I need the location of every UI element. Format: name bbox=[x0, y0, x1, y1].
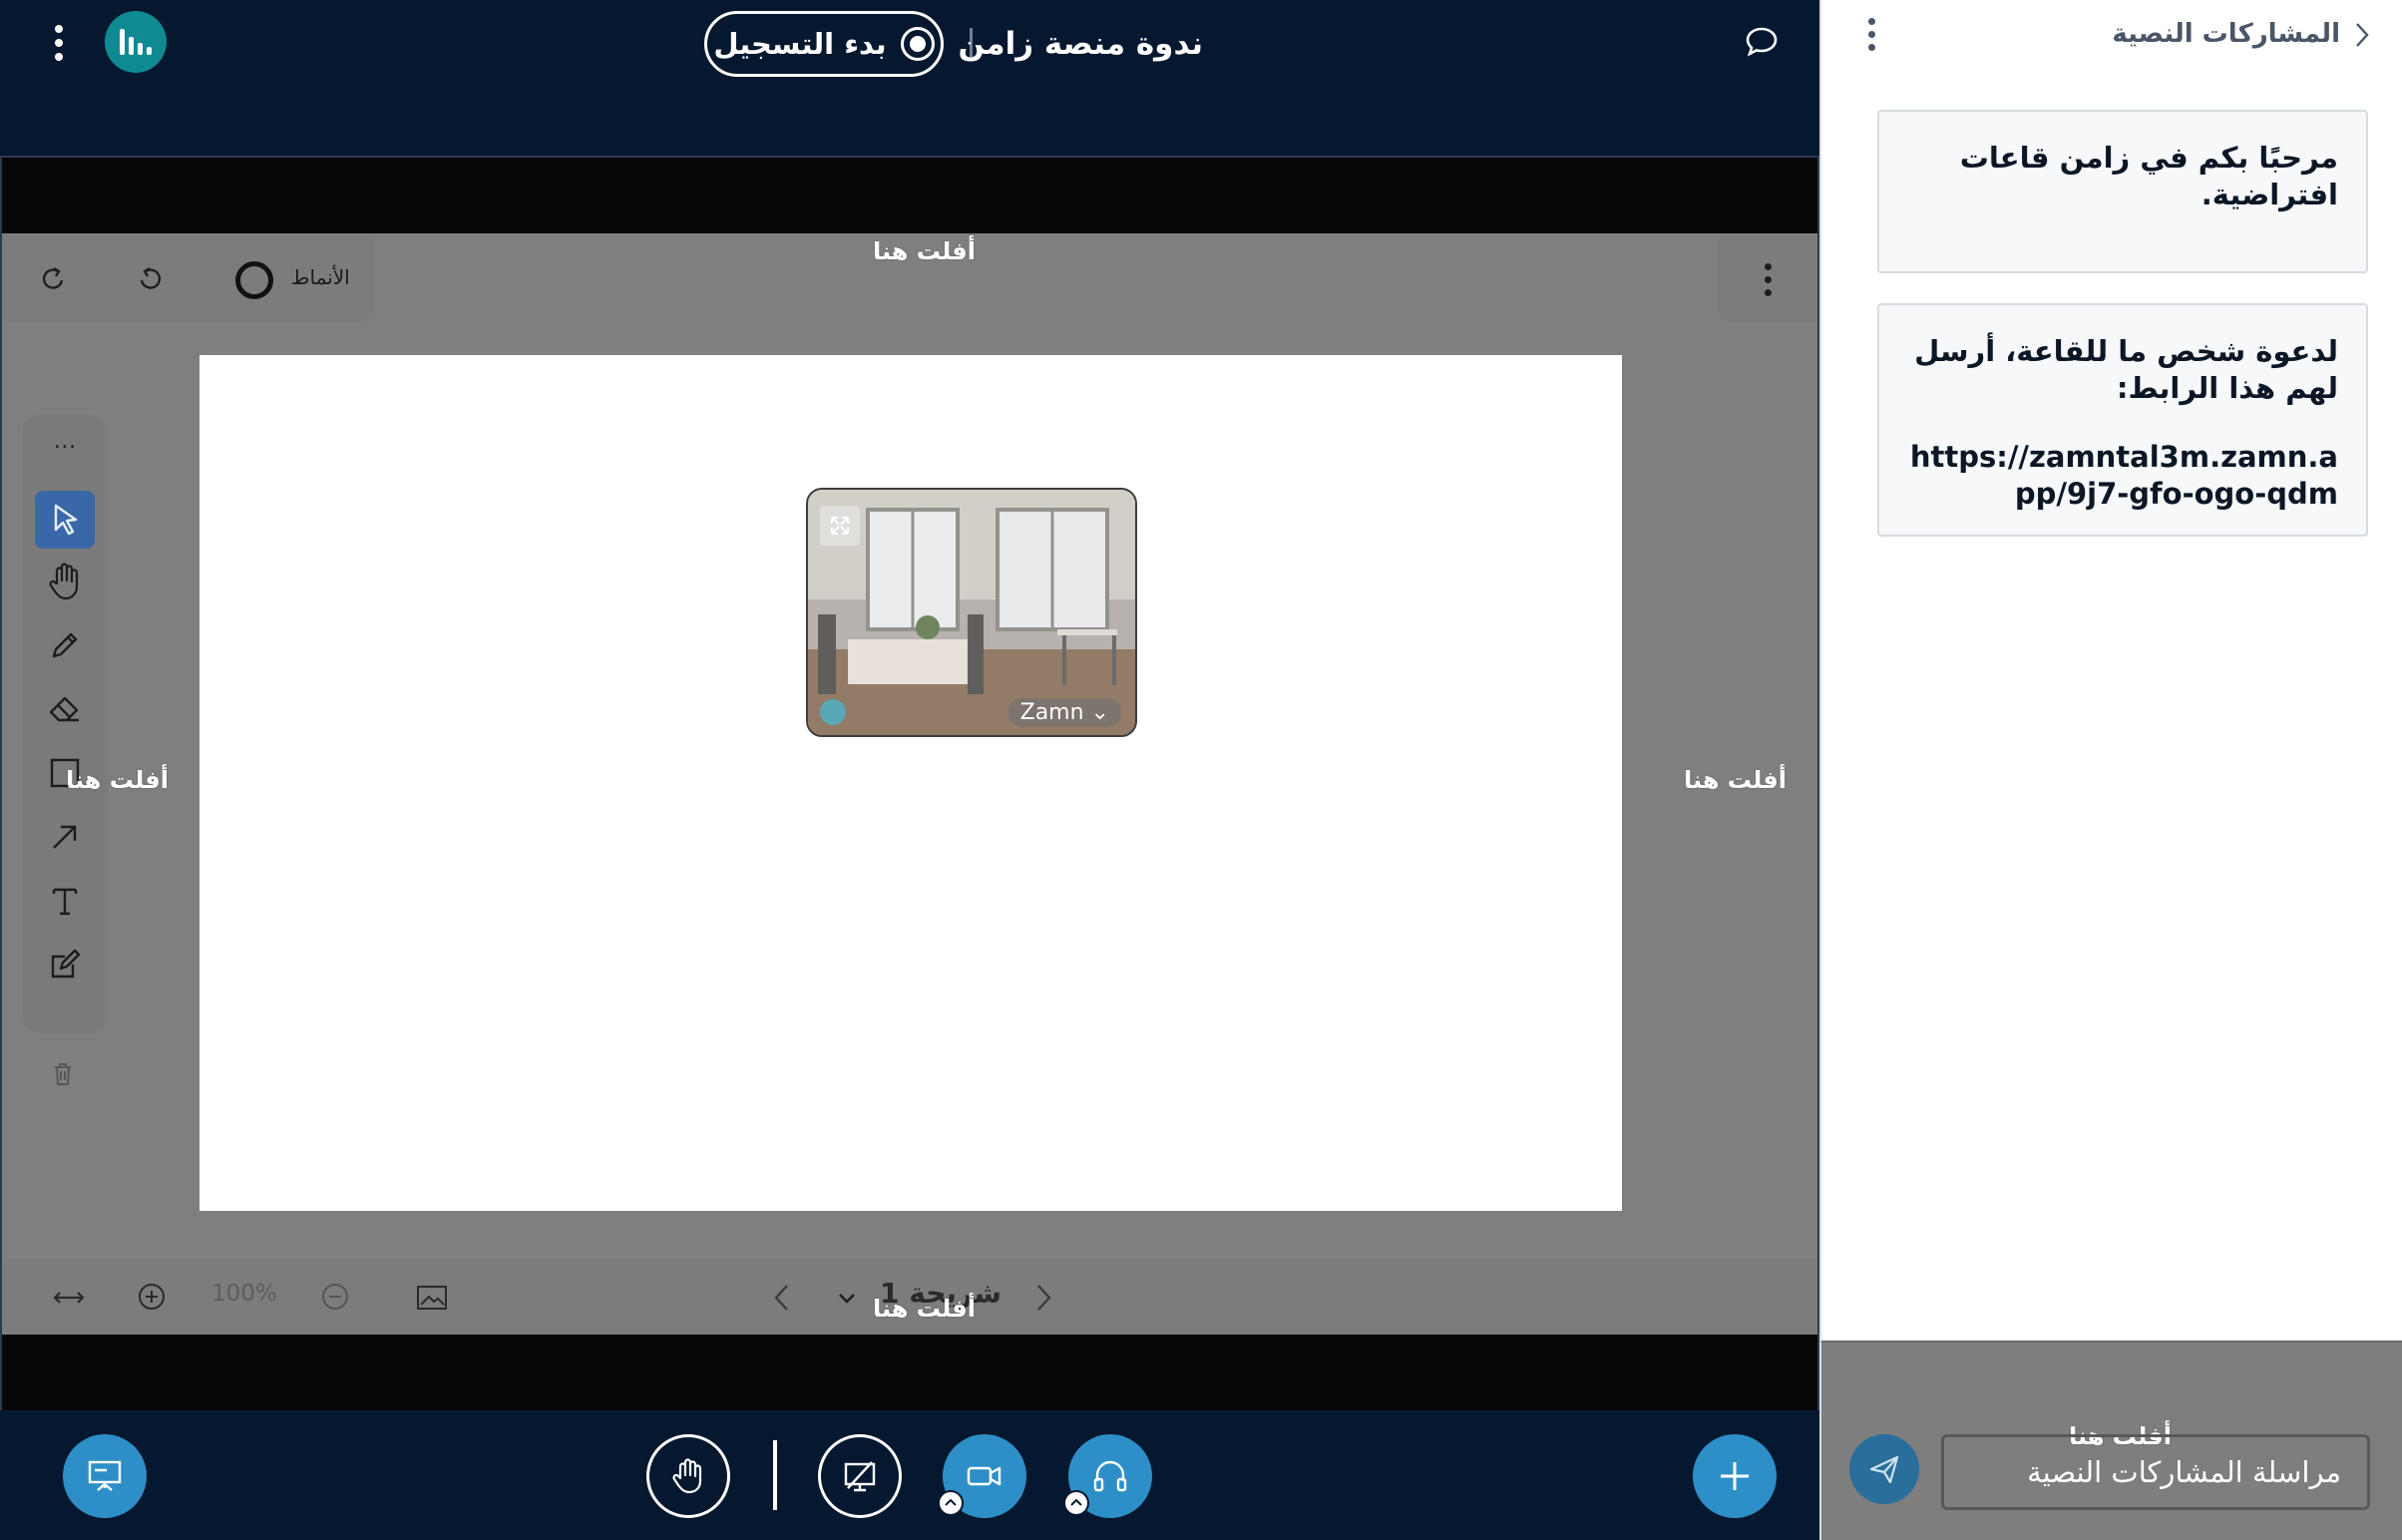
audio-indicator-icon bbox=[820, 699, 846, 725]
expand-icon[interactable] bbox=[820, 506, 860, 546]
hand-tool[interactable] bbox=[35, 553, 95, 610]
panel-title: المشاركات النصية bbox=[2112, 19, 2340, 49]
drop-zone-left[interactable]: أفلت هنا bbox=[66, 766, 169, 794]
text-tool[interactable] bbox=[35, 872, 95, 930]
next-slide-icon[interactable] bbox=[1031, 1281, 1055, 1315]
top-bar: بدء التسجيل ندوة منصة زامن bbox=[0, 0, 1819, 156]
video-camera-icon bbox=[967, 1466, 1001, 1486]
invite-link[interactable]: https://zamntal3m.zamn.app/9j7-gfo-ogo-q… bbox=[1907, 439, 2338, 513]
add-actions-button[interactable] bbox=[1693, 1434, 1777, 1518]
start-recording-button[interactable]: بدء التسجيل bbox=[704, 11, 944, 77]
meeting-title: ندوة منصة زامن bbox=[958, 26, 1203, 62]
welcome-message-text: مرحبًا بكم في زامن قاعات افتراضية. bbox=[1959, 141, 2338, 211]
headphones-icon bbox=[1093, 1460, 1127, 1492]
note-tool[interactable] bbox=[35, 936, 95, 993]
drop-zone-top[interactable]: أفلت هنا bbox=[873, 237, 976, 265]
chat-bubble-icon[interactable] bbox=[1744, 24, 1780, 60]
app-logo-icon[interactable] bbox=[105, 11, 167, 73]
pencil-tool[interactable] bbox=[35, 616, 95, 674]
styles-label[interactable]: الأنماط bbox=[291, 265, 350, 289]
style-color-icon[interactable] bbox=[235, 261, 273, 299]
send-icon bbox=[1869, 1455, 1899, 1484]
raise-hand-icon bbox=[672, 1458, 702, 1494]
redo-icon[interactable] bbox=[38, 263, 68, 293]
style-toolbar: الأنماط bbox=[2, 235, 375, 323]
message-input[interactable] bbox=[1941, 1434, 2370, 1510]
text-icon bbox=[52, 888, 78, 916]
presentation-stage: الأنماط أفلت هنا ··· أفلت هنا أفلت هنا Z… bbox=[0, 156, 1819, 1410]
whiteboard-menu-icon[interactable] bbox=[1760, 261, 1776, 297]
send-message-button[interactable] bbox=[1849, 1434, 1919, 1504]
participant-video-tile[interactable]: Zamn ⌄ bbox=[806, 488, 1137, 737]
audio-options-caret[interactable] bbox=[1063, 1490, 1089, 1516]
welcome-message: مرحبًا بكم في زامن قاعات افتراضية. bbox=[1877, 110, 2368, 273]
participant-name[interactable]: Zamn ⌄ bbox=[1007, 698, 1121, 727]
screen-share-off-icon bbox=[844, 1461, 876, 1492]
zoom-in-icon[interactable] bbox=[136, 1281, 168, 1313]
hand-icon bbox=[49, 563, 79, 600]
chat-input-area: أفلت هنا bbox=[1821, 1341, 2402, 1540]
arrow-icon bbox=[53, 825, 77, 849]
fit-width-icon[interactable] bbox=[52, 1283, 86, 1313]
presentation-button[interactable] bbox=[63, 1434, 147, 1518]
camera-options-caret[interactable] bbox=[938, 1490, 964, 1516]
drop-zone-bottom[interactable]: أفلت هنا bbox=[873, 1295, 976, 1323]
invite-message: لدعوة شخص ما للقاعة، أرسل لهم هذا الرابط… bbox=[1877, 303, 2368, 537]
raise-hand-button[interactable] bbox=[646, 1434, 730, 1518]
zoom-out-icon[interactable] bbox=[319, 1281, 351, 1313]
options-menu-icon[interactable] bbox=[44, 22, 74, 64]
delete-tool-icon[interactable] bbox=[52, 1061, 80, 1091]
record-button-label: بدء التسجيل bbox=[713, 27, 887, 61]
stage-letterbox-bottom bbox=[2, 1335, 1817, 1410]
screen-share-button[interactable] bbox=[818, 1434, 902, 1518]
eraser-icon bbox=[49, 696, 79, 722]
whiteboard-canvas[interactable] bbox=[200, 355, 1622, 1211]
zoom-level: 100% bbox=[211, 1281, 277, 1307]
note-edit-icon bbox=[51, 949, 81, 978]
fit-screen-icon[interactable] bbox=[415, 1283, 449, 1313]
record-icon bbox=[900, 27, 935, 61]
arrow-tool[interactable] bbox=[35, 808, 95, 866]
action-bar-divider bbox=[773, 1440, 777, 1510]
select-tool[interactable] bbox=[35, 491, 95, 549]
slide-dropdown-icon[interactable] bbox=[836, 1287, 858, 1309]
plus-icon bbox=[1721, 1462, 1749, 1490]
pencil-icon bbox=[52, 632, 78, 658]
slide-navigation-toolbar: 100% شريحة 1 أفلت هنا bbox=[2, 1259, 1817, 1335]
action-bar bbox=[0, 1410, 1819, 1540]
eraser-tool[interactable] bbox=[35, 680, 95, 738]
more-tools-icon[interactable]: ··· bbox=[50, 435, 80, 467]
prev-slide-icon[interactable] bbox=[770, 1281, 794, 1315]
whiteboard-menu bbox=[1718, 235, 1817, 323]
drop-zone-right[interactable]: أفلت هنا bbox=[1684, 766, 1787, 794]
presentation-icon bbox=[88, 1460, 122, 1491]
chat-options-icon[interactable] bbox=[1863, 16, 1879, 52]
hide-panel-chevron-icon[interactable] bbox=[2350, 18, 2374, 52]
cursor-icon bbox=[54, 504, 78, 536]
public-chat-panel: المشاركات النصية مرحبًا بكم في زامن قاعا… bbox=[1819, 0, 2402, 1540]
stage-letterbox-top bbox=[2, 158, 1817, 233]
undo-icon[interactable] bbox=[136, 263, 166, 293]
invite-text: لدعوة شخص ما للقاعة، أرسل لهم هذا الرابط… bbox=[1914, 334, 2338, 405]
drawing-tools-panel: ··· bbox=[22, 415, 108, 1033]
